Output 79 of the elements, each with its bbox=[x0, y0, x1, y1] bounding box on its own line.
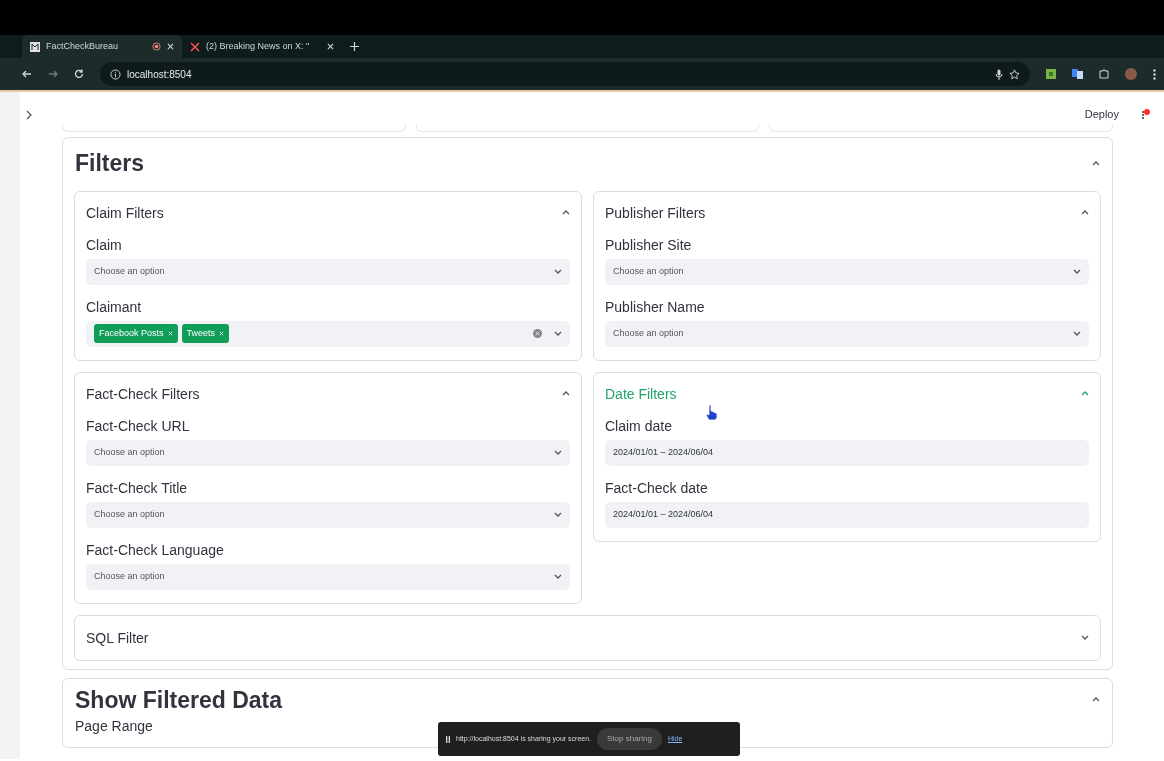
browser-tab[interactable]: (2) Breaking News on X: " bbox=[182, 35, 342, 58]
select-field[interactable]: Choose an option bbox=[605, 320, 1089, 347]
address-bar[interactable]: localhost:8504 bbox=[100, 62, 1030, 86]
select-field[interactable]: Choose an option bbox=[86, 501, 570, 528]
collapse-chevron-icon[interactable] bbox=[1081, 209, 1089, 216]
select-field[interactable]: Choose an option bbox=[86, 439, 570, 466]
microphone-icon[interactable] bbox=[995, 68, 1003, 80]
group-title[interactable]: Fact-Check Filters bbox=[86, 383, 200, 404]
info-icon[interactable] bbox=[110, 68, 121, 80]
placeholder-text: Choose an option bbox=[94, 569, 165, 583]
translate-icon[interactable] bbox=[1072, 69, 1083, 79]
field-label: Page Range bbox=[75, 717, 154, 735]
field-label: Publisher Site bbox=[605, 235, 693, 254]
placeholder-text: Choose an option bbox=[613, 326, 684, 340]
menu-icon[interactable] bbox=[1153, 68, 1156, 80]
section-title: Filters bbox=[75, 149, 145, 178]
close-icon[interactable] bbox=[327, 43, 334, 50]
collapse-chevron-icon[interactable] bbox=[562, 209, 570, 216]
close-icon[interactable] bbox=[167, 43, 174, 50]
section-title: Show Filtered Data bbox=[75, 685, 283, 715]
select-field[interactable]: Choose an option bbox=[86, 563, 570, 590]
field-label: Claim date bbox=[605, 416, 673, 435]
placeholder-text: Choose an option bbox=[94, 445, 165, 459]
group-title[interactable]: SQL Filter bbox=[86, 627, 149, 648]
favicon-icon bbox=[30, 41, 40, 52]
url-text: localhost:8504 bbox=[127, 67, 192, 82]
group-title[interactable]: Claim Filters bbox=[86, 202, 164, 223]
field-label: Fact-Check date bbox=[605, 478, 709, 497]
field-label: Fact-Check Title bbox=[86, 478, 189, 497]
expand-chevron-icon[interactable] bbox=[554, 573, 562, 580]
avatar-icon[interactable] bbox=[1125, 68, 1137, 80]
reload-icon[interactable] bbox=[74, 69, 84, 79]
placeholder-text: Choose an option bbox=[94, 264, 165, 278]
expand-chevron-icon[interactable] bbox=[1081, 634, 1089, 641]
date-range-field[interactable]: 2024/01/01 – 2024/06/04 bbox=[605, 439, 1089, 466]
stop-sharing-button[interactable]: Stop sharing bbox=[597, 728, 662, 750]
group-title[interactable]: Publisher Filters bbox=[605, 202, 706, 223]
back-icon[interactable] bbox=[22, 69, 32, 79]
expand-chevron-icon[interactable] bbox=[1073, 330, 1081, 337]
collapse-chevron-icon[interactable] bbox=[1092, 696, 1100, 704]
collapse-chevron-icon[interactable] bbox=[1092, 159, 1100, 167]
expand-chevron-icon[interactable] bbox=[554, 268, 562, 275]
puzzle-icon[interactable] bbox=[1099, 69, 1109, 79]
field-label: Fact-Check URL bbox=[86, 416, 191, 435]
star-icon[interactable] bbox=[1009, 68, 1020, 80]
clear-icon[interactable] bbox=[533, 329, 542, 338]
field-label: Claim bbox=[86, 235, 123, 254]
field-label: Claimant bbox=[86, 297, 143, 316]
tag-text: Tweets bbox=[186, 326, 216, 340]
expand-chevron-icon[interactable] bbox=[554, 511, 562, 518]
forward-icon[interactable] bbox=[48, 69, 58, 79]
multiselect-field[interactable]: Facebook Posts Tweets bbox=[86, 320, 570, 347]
pause-icon bbox=[446, 735, 450, 743]
expand-chevron-icon[interactable] bbox=[554, 330, 562, 337]
tag[interactable]: Tweets bbox=[181, 323, 230, 344]
remove-icon[interactable] bbox=[219, 331, 225, 336]
remove-icon[interactable] bbox=[167, 331, 173, 336]
new-tab-icon[interactable] bbox=[350, 42, 359, 51]
tag-text: Facebook Posts bbox=[99, 326, 164, 340]
sidebar-toggle-icon[interactable] bbox=[26, 109, 33, 120]
tab-title: FactCheckBureau bbox=[46, 39, 120, 53]
date-range-field[interactable]: 2024/01/01 – 2024/06/04 bbox=[605, 501, 1089, 528]
placeholder-text: Choose an option bbox=[613, 264, 684, 278]
expand-chevron-icon[interactable] bbox=[1073, 268, 1081, 275]
main-menu-icon[interactable] bbox=[1141, 108, 1150, 121]
deploy-button[interactable]: Deploy bbox=[1078, 104, 1125, 125]
browser-tab[interactable]: FactCheckBureau bbox=[22, 35, 182, 58]
select-field[interactable]: Choose an option bbox=[605, 258, 1089, 285]
hand-cursor-icon bbox=[705, 403, 718, 420]
placeholder-text: Choose an option bbox=[94, 507, 165, 521]
select-field[interactable]: Choose an option bbox=[86, 258, 570, 285]
expand-chevron-icon[interactable] bbox=[554, 449, 562, 456]
x-logo-icon bbox=[190, 41, 200, 52]
collapse-chevron-icon[interactable] bbox=[562, 390, 570, 397]
field-label: Fact-Check Language bbox=[86, 540, 225, 559]
field-label: Publisher Name bbox=[605, 297, 706, 316]
tab-title: (2) Breaking News on X: " bbox=[206, 39, 311, 53]
tag[interactable]: Facebook Posts bbox=[94, 323, 178, 344]
collapse-chevron-icon[interactable] bbox=[1081, 390, 1089, 397]
